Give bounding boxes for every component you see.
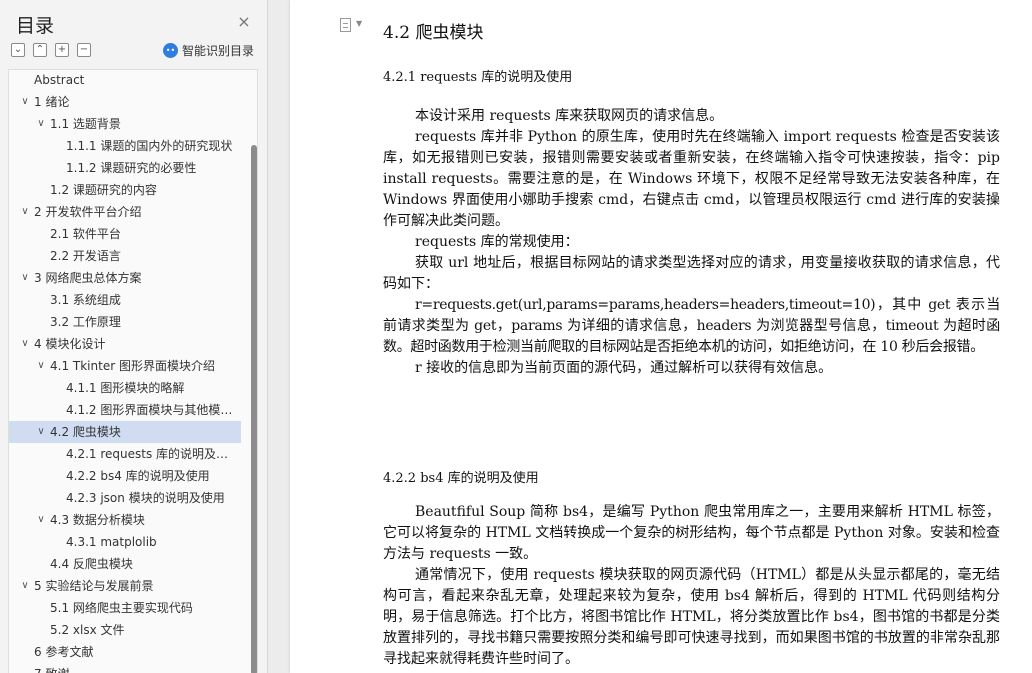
toc-item[interactable]: 2.1 软件平台 (9, 223, 241, 245)
document-area: ▼ 4.2 爬虫模块 4.2.1 requests 库的说明及使用 本设计采用 … (268, 0, 1032, 673)
toc-item-label: 4.2.3 json 模块的说明及使用 (66, 491, 225, 505)
toc-item[interactable]: ∨ 4.3 数据分析模块 (9, 509, 241, 531)
toc-item-label: 4.4 反爬虫模块 (50, 557, 133, 571)
toc-item[interactable]: 4.1.2 图形界面模块与其他模块的联系 (9, 399, 241, 421)
paragraph: 获取 url 地址后，根据目标网站的请求类型选择对应的请求，用变量接收获取的请求… (383, 255, 1000, 292)
toc-item[interactable]: ∨ 1.1 选题背景 (9, 113, 241, 135)
toc-item[interactable]: 2.2 开发语言 (9, 245, 241, 267)
toc-item-label: 4.3.1 matplolib (66, 535, 157, 549)
paragraph: r 接收的信息即为当前页面的源代码，通过解析可以获得有效信息。 (415, 360, 833, 376)
toc-item-label: 4.1 Tkinter 图形界面模块介绍 (50, 359, 215, 373)
paragraph: requests 库并非 Python 的原生库，使用时先在终端输入 impor… (383, 129, 1000, 229)
toc-item[interactable]: 7 致谢 (9, 663, 241, 673)
section-heading-4-2: 4.2 爬虫模块 (383, 23, 484, 43)
section-4-2-1-body: 本设计采用 requests 库来获取网页的请求信息。 requests 库并非… (383, 106, 1000, 379)
toc-item[interactable]: 4.4 反爬虫模块 (9, 553, 241, 575)
toc-item[interactable]: ∨ 1 绪论 (9, 91, 241, 113)
section-4-2-2-body: Beautfiful Soup 简称 bs4，是编写 Python 爬虫常用库之… (383, 502, 1000, 670)
toc-item-label: 4.2 爬虫模块 (50, 425, 121, 439)
toc-item[interactable]: 4.3.1 matplolib (9, 531, 241, 553)
chevron-down-icon[interactable]: ∨ (19, 333, 31, 355)
toc-item[interactable]: Abstract (9, 70, 241, 91)
toc-item-label: 5.1 网络爬虫主要实现代码 (50, 601, 193, 615)
toc-item[interactable]: ∨ 2 开发软件平台介绍 (9, 201, 241, 223)
toc-item[interactable]: 1.1.1 课题的国内外的研究现状 (9, 135, 241, 157)
toc-item-label: 4.1.1 图形模块的略解 (66, 381, 185, 395)
close-icon[interactable]: × (236, 14, 252, 30)
toc-item[interactable]: 3.1 系统组成 (9, 289, 241, 311)
remove-heading-button[interactable]: − (77, 43, 91, 57)
chevron-down-icon[interactable]: ∨ (35, 113, 47, 135)
document-options-icon[interactable]: ▼ (340, 18, 368, 34)
chevron-down-icon[interactable]: ∨ (19, 267, 31, 289)
toc-item[interactable]: 1.1.2 课题研究的必要性 (9, 157, 241, 179)
toc-item[interactable]: 4.2.3 json 模块的说明及使用 (9, 487, 241, 509)
smart-toc-label: 智能识别目录 (182, 44, 255, 58)
toc-item-label: 1 绪论 (34, 95, 70, 109)
toc-item[interactable]: ∨ 3 网络爬虫总体方案 (9, 267, 241, 289)
toc-item-label: 3 网络爬虫总体方案 (34, 271, 142, 285)
toc-item-label: 1.2 课题研究的内容 (50, 183, 157, 197)
document-page: ▼ 4.2 爬虫模块 4.2.1 requests 库的说明及使用 本设计采用 … (290, 0, 1032, 673)
paragraph: 通常情况下，使用 requests 模块获取的网页源代码（HTML）都是从头显示… (383, 567, 1000, 667)
toc-item-label: 4.1.2 图形界面模块与其他模块的联系 (66, 403, 237, 417)
chevron-down-icon[interactable]: ∨ (35, 421, 47, 443)
toc-item[interactable]: 5.1 网络爬虫主要实现代码 (9, 597, 241, 619)
toc-item[interactable]: ∨ 4.1 Tkinter 图形界面模块介绍 (9, 355, 241, 377)
toc-sidebar: 目录 × ⌄ ⌃ + − •• 智能识别目录 Abstract ∨ 1 绪论 ∨ 1.1… (0, 0, 268, 673)
toc-item-label: 1.1.2 课题研究的必要性 (66, 161, 197, 175)
toc-toolbar: ⌄ ⌃ + − (11, 43, 91, 59)
toc-item-label: 4.3 数据分析模块 (50, 513, 145, 527)
add-heading-button[interactable]: + (55, 43, 69, 57)
toc-item[interactable]: 1.2 课题研究的内容 (9, 179, 241, 201)
chevron-down-icon[interactable]: ∨ (19, 575, 31, 597)
paragraph: requests 库的常规使用： (415, 234, 579, 250)
toc-item[interactable]: 4.1.1 图形模块的略解 (9, 377, 241, 399)
toc-item-label: 1.1.1 课题的国内外的研究现状 (66, 139, 233, 153)
expand-all-button[interactable]: ⌃ (33, 43, 47, 57)
collapse-all-button[interactable]: ⌄ (11, 43, 25, 57)
toc-item-label: 1.1 选题背景 (50, 117, 121, 131)
toc-title: 目录 (16, 15, 55, 37)
paragraph: 本设计采用 requests 库来获取网页的请求信息。 (415, 108, 724, 124)
toc-item-label: 4 模块化设计 (34, 337, 106, 351)
ai-icon: •• (163, 43, 178, 58)
toc-item-label: 3.1 系统组成 (50, 293, 121, 307)
chevron-down-icon[interactable]: ∨ (35, 355, 47, 377)
chevron-down-icon[interactable]: ∨ (35, 509, 47, 531)
paragraph: Beautfiful Soup 简称 bs4，是编写 Python 爬虫常用库之… (383, 504, 1000, 562)
toc-item[interactable]: ∨ 4.2 爬虫模块 (9, 421, 241, 443)
subsection-heading-4-2-1: 4.2.1 requests 库的说明及使用 (383, 70, 573, 85)
smart-toc-button[interactable]: •• 智能识别目录 (163, 42, 254, 59)
chevron-down-icon[interactable]: ∨ (19, 201, 31, 223)
toc-item-label: 3.2 工作原理 (50, 315, 121, 329)
paragraph: r=requests.get(url,params=params,headers… (383, 297, 1000, 355)
toc-item-label: 2 开发软件平台介绍 (34, 205, 142, 219)
toc-item[interactable]: 4.2.1 requests 库的说明及使用 (9, 443, 241, 465)
toc-item[interactable]: ∨ 5 实验结论与发展前景 (9, 575, 241, 597)
toc-item-label: 4.2.1 requests 库的说明及使用 (66, 447, 237, 461)
toc-item-label: 5 实验结论与发展前景 (34, 579, 154, 593)
toc-item-label: 2.1 软件平台 (50, 227, 121, 241)
toc-item-label: 5.2 xlsx 文件 (50, 623, 125, 637)
subsection-heading-4-2-2: 4.2.2 bs4 库的说明及使用 (383, 471, 539, 486)
chevron-down-icon[interactable]: ∨ (19, 91, 31, 113)
toc-item[interactable]: 6 参考文献 (9, 641, 241, 663)
toc-list-panel: Abstract ∨ 1 绪论 ∨ 1.1 选题背景 1.1.1 课题的国内外的研究现状 1… (8, 69, 258, 673)
toc-item-label: 2.2 开发语言 (50, 249, 121, 263)
toc-item[interactable]: 4.2.2 bs4 库的说明及使用 (9, 465, 241, 487)
toc-scrollbar-thumb[interactable] (251, 145, 257, 673)
toc-item-label: 7 致谢 (34, 663, 237, 673)
toc-item-label: 4.2.2 bs4 库的说明及使用 (66, 469, 210, 483)
toc-item[interactable]: ∨ 4 模块化设计 (9, 333, 241, 355)
toc-item-label: 6 参考文献 (34, 645, 94, 659)
toc-item[interactable]: 3.2 工作原理 (9, 311, 241, 333)
toc-item-label: Abstract (34, 73, 85, 87)
toc-item[interactable]: 5.2 xlsx 文件 (9, 619, 241, 641)
